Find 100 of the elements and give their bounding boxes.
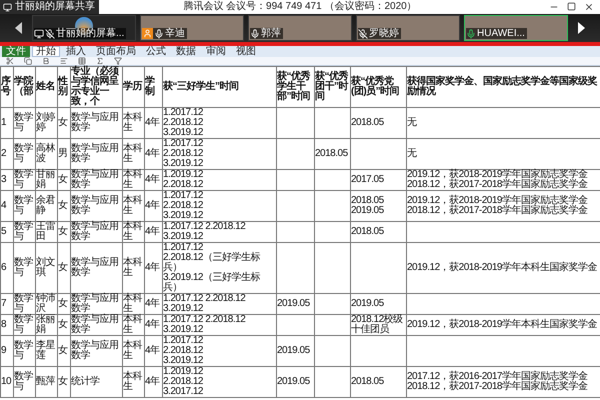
column-header: 获“优秀学生干部”时间	[276, 66, 314, 108]
table-cell: 2018.05 2019.05	[350, 190, 406, 222]
table-cell: 4年	[144, 294, 162, 314]
table-cell: 2018.05	[350, 366, 406, 398]
table-cell	[314, 294, 350, 314]
table-cell: 数学与应用数学	[70, 108, 122, 138]
table-cell: 2019.05	[350, 294, 406, 314]
table-cell: 4年	[144, 314, 162, 336]
table-cell: 本科生	[122, 222, 144, 242]
table-cell	[314, 190, 350, 222]
table-cell: 女	[58, 190, 70, 222]
video-tile[interactable]: HUAWEI...	[464, 15, 568, 41]
table-cell: 2018.05	[350, 108, 406, 138]
video-tile[interactable]: 郭萍	[248, 15, 352, 41]
screen-share-tile[interactable]: 甘丽娟的屏幕...	[32, 15, 136, 41]
table-cell: 1.2017.12 2.2018.12 3.2019.12	[162, 190, 276, 222]
table-icon[interactable]	[78, 57, 86, 65]
table-cell: 4年	[144, 242, 162, 294]
table-cell: 高林波	[36, 138, 58, 170]
copy-icon[interactable]	[24, 57, 32, 65]
table-cell: 2019.05	[276, 294, 314, 314]
file-menu-tab[interactable]: 文件	[2, 46, 30, 57]
scissors-icon[interactable]	[6, 57, 14, 65]
table-cell: 1.2019.12 2.2018.12	[162, 170, 276, 190]
column-header: 获“优秀团干”时间	[314, 66, 350, 108]
bold-icon[interactable]	[42, 57, 50, 65]
column-header: 学制	[144, 66, 162, 108]
table-cell: 数学与	[14, 138, 36, 170]
table-cell: 4年	[144, 170, 162, 190]
table-cell: 本科生	[122, 138, 144, 170]
table-cell: 2017.05	[350, 170, 406, 190]
table-cell: 刘文琪	[36, 242, 58, 294]
table-cell: 1.2017.12 2.2018.12 3.2019.12	[162, 336, 276, 366]
ribbon-tab[interactable]: 插入	[62, 46, 90, 57]
participant-name: HUAWEI...	[477, 28, 525, 39]
close-icon[interactable]	[584, 2, 594, 12]
table-cell: 统计学	[70, 366, 122, 398]
table-cell: 女	[58, 336, 70, 366]
align-left-icon[interactable]	[60, 57, 68, 65]
ribbon-tab[interactable]: 公式	[142, 46, 170, 57]
table-cell	[314, 242, 350, 294]
table-cell: 数学与	[14, 366, 36, 398]
table-cell	[350, 242, 406, 294]
table-cell: 数学与应用数学	[70, 242, 122, 294]
table-cell: 7	[0, 294, 14, 314]
table-cell: 6	[0, 242, 14, 294]
table-cell: 数学与应用数学	[70, 314, 122, 336]
table-cell: 甄萍	[36, 366, 58, 398]
table-cell: 数学与	[14, 314, 36, 336]
table-cell: 女	[58, 366, 70, 398]
table-cell: 5	[0, 222, 14, 242]
column-header: 专业（必须与学信网呈示专业一致，个	[70, 66, 122, 108]
table-cell: 4年	[144, 190, 162, 222]
maximize-icon[interactable]	[567, 2, 576, 11]
column-header: 获得国家奖学金、国家励志奖学金等国家级奖励情况	[406, 66, 600, 108]
table-cell: 9	[0, 336, 14, 366]
table-cell: 1.2017.12 2.2018.12 3.2019.12	[162, 108, 276, 138]
table-cell	[314, 170, 350, 190]
filter-icon[interactable]	[114, 57, 122, 65]
participant-name: 罗晓婷	[369, 28, 399, 39]
table-cell	[276, 170, 314, 190]
table-cell: 4年	[144, 336, 162, 366]
column-header: 学院（部	[14, 66, 36, 108]
table-cell: 2018.05	[350, 222, 406, 242]
table-cell: 4年	[144, 138, 162, 170]
table-cell: 8	[0, 314, 14, 336]
ribbon-tab[interactable]: 数据	[172, 46, 200, 57]
table-cell: 甘丽娟	[36, 170, 58, 190]
table-cell: 本科生	[122, 314, 144, 336]
next-arrow-icon[interactable]	[578, 22, 585, 34]
table-cell	[314, 314, 350, 336]
table-cell: 本科生	[122, 294, 144, 314]
ribbon-tab[interactable]: 页面布局	[92, 46, 140, 57]
column-header: 姓名	[36, 66, 58, 108]
table-cell: 数学与	[14, 336, 36, 366]
ribbon-tab[interactable]: 开始	[32, 46, 60, 57]
window-title: 腾讯会议 会议号：994 749 471 （会议密码：2020）	[183, 1, 417, 13]
previous-arrow-icon[interactable]	[15, 22, 22, 34]
table-cell	[276, 108, 314, 138]
table-cell: 数学与应用数学	[70, 190, 122, 222]
table-cell	[314, 108, 350, 138]
video-tile[interactable]: 罗晓婷	[356, 15, 460, 41]
sum-icon[interactable]	[96, 57, 104, 65]
table-cell: 1.2017.12 2.2018.12（三好学生标兵） 3.2019.12（三好学生标兵）	[162, 242, 276, 294]
table-cell: 男	[58, 138, 70, 170]
column-header: 获“三好学生”时间	[162, 66, 276, 108]
table-cell: 王雷田	[36, 222, 58, 242]
ribbon-tab[interactable]: 审阅	[202, 46, 230, 57]
video-tile[interactable]: 辛迪	[140, 15, 244, 41]
table-cell	[314, 222, 350, 242]
table-cell: 1.2017.12 2.2018.12 3.2019.12	[162, 138, 276, 170]
table-cell: 1.2017.12 2.2018.12 3.2019.12	[162, 222, 276, 242]
table-cell: 4年	[144, 366, 162, 398]
participant-name: 郭萍	[261, 28, 281, 39]
table-cell: 数学与应用数学	[70, 294, 122, 314]
table-cell	[350, 138, 406, 170]
ribbon-tab[interactable]: 视图	[232, 46, 260, 57]
table-cell: 钟沛沢	[36, 294, 58, 314]
table-cell: 4年	[144, 222, 162, 242]
table-cell: 2018.05	[314, 138, 350, 170]
